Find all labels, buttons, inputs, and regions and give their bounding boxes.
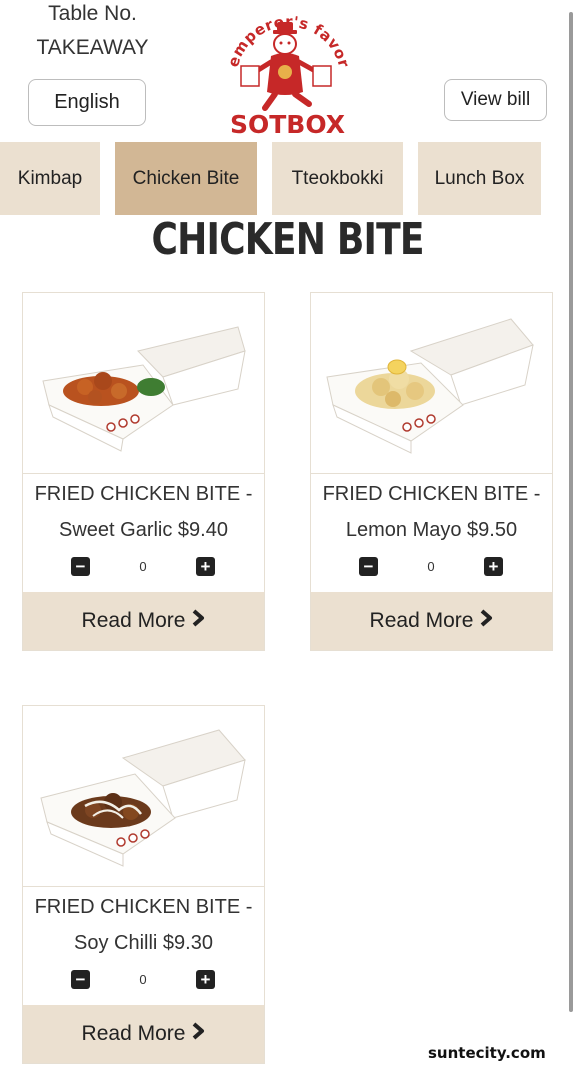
minus-square-icon[interactable]: − bbox=[71, 970, 90, 989]
table-value: TAKEAWAY bbox=[36, 36, 149, 59]
product-name-line-2: Sweet Garlic $9.40 bbox=[59, 519, 228, 541]
tab-tteokbokki[interactable]: Tteokbokki bbox=[272, 142, 403, 215]
quantity-stepper: − 0 + bbox=[311, 548, 552, 592]
product-card-soy-chilli: FRIED CHICKEN BITE - Soy Chilli $9.30 − … bbox=[22, 705, 265, 1064]
tab-chicken-bite[interactable]: Chicken Bite bbox=[115, 142, 257, 215]
quantity-stepper: − 0 + bbox=[23, 961, 264, 1005]
product-name-line-1: FRIED CHICKEN BITE - bbox=[322, 483, 541, 505]
product-name: FRIED CHICKEN BITE - Soy Chilli $9.30 bbox=[23, 889, 264, 961]
read-more-button[interactable]: Read More bbox=[23, 1005, 264, 1063]
plus-square-icon[interactable]: + bbox=[196, 970, 215, 989]
table-label: Table No. bbox=[48, 2, 137, 25]
product-image[interactable] bbox=[311, 293, 552, 474]
minus-square-icon[interactable]: − bbox=[71, 557, 90, 576]
language-button[interactable]: English bbox=[28, 79, 146, 126]
watermark-text: suntecity.com bbox=[428, 1044, 546, 1062]
product-name: FRIED CHICKEN BITE - Lemon Mayo $9.50 bbox=[311, 476, 552, 548]
sotbox-logo: emperor's favorite SOTBOX bbox=[210, 0, 360, 140]
plus-square-icon[interactable]: + bbox=[196, 557, 215, 576]
product-card-sweet-garlic: FRIED CHICKEN BITE - Sweet Garlic $9.40 … bbox=[22, 292, 265, 651]
product-image[interactable] bbox=[23, 706, 264, 887]
tab-lunch-box[interactable]: Lunch Box bbox=[418, 142, 541, 215]
product-card-lemon-mayo: FRIED CHICKEN BITE - Lemon Mayo $9.50 − … bbox=[310, 292, 553, 651]
product-name-line-2: Soy Chilli $9.30 bbox=[74, 932, 213, 954]
quantity-value: 0 bbox=[139, 559, 147, 574]
minus-square-icon[interactable]: − bbox=[359, 557, 378, 576]
plus-square-icon[interactable]: + bbox=[484, 557, 503, 576]
quantity-stepper: − 0 + bbox=[23, 548, 264, 592]
product-image[interactable] bbox=[23, 293, 264, 474]
logo-brand-text: SOTBOX bbox=[230, 110, 345, 139]
view-bill-button[interactable]: View bill bbox=[444, 79, 547, 121]
scrollbar-track[interactable] bbox=[567, 0, 575, 1080]
scrollbar-thumb[interactable] bbox=[569, 12, 573, 1012]
product-name-line-1: FRIED CHICKEN BITE - bbox=[34, 483, 253, 505]
read-more-label: Read More bbox=[81, 609, 186, 632]
product-name-line-1: FRIED CHICKEN BITE - bbox=[34, 896, 253, 918]
product-name-line-2: Lemon Mayo $9.50 bbox=[345, 519, 518, 541]
read-more-button[interactable]: Read More bbox=[311, 592, 552, 650]
quantity-value: 0 bbox=[139, 972, 147, 987]
read-more-label: Read More bbox=[81, 1022, 186, 1045]
product-name: FRIED CHICKEN BITE - Sweet Garlic $9.40 bbox=[23, 476, 264, 548]
tab-kimbap[interactable]: Kimbap bbox=[0, 142, 100, 215]
chevron-right-icon bbox=[191, 1022, 205, 1046]
quantity-value: 0 bbox=[427, 559, 435, 574]
read-more-label: Read More bbox=[369, 609, 474, 632]
chevron-right-icon bbox=[191, 609, 205, 633]
chevron-right-icon bbox=[479, 609, 493, 633]
section-title: CHICKEN BITE bbox=[151, 214, 424, 265]
read-more-button[interactable]: Read More bbox=[23, 592, 264, 650]
